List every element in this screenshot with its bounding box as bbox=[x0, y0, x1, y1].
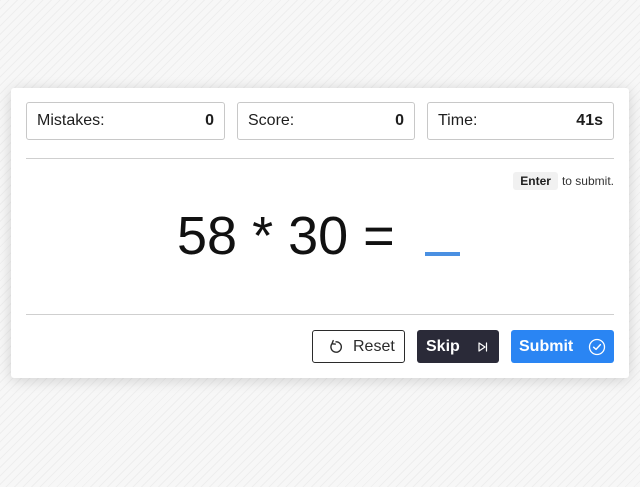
divider-top bbox=[26, 158, 614, 159]
mistakes-value: 0 bbox=[205, 112, 214, 129]
time-stat: Time: 41s bbox=[427, 102, 614, 140]
problem-expression: 58 * 30 = bbox=[177, 206, 395, 266]
skip-label: Skip bbox=[426, 337, 460, 355]
score-value: 0 bbox=[395, 112, 404, 129]
enter-key-badge: Enter bbox=[513, 172, 558, 190]
time-value: 41s bbox=[576, 112, 603, 129]
reset-button[interactable]: Reset bbox=[312, 330, 405, 363]
score-stat: Score: 0 bbox=[237, 102, 415, 140]
time-label: Time: bbox=[438, 112, 478, 129]
stats-bar: Mistakes: 0 Score: 0 Time: 41s bbox=[26, 102, 614, 142]
divider-bottom bbox=[26, 314, 614, 315]
reset-icon bbox=[327, 338, 345, 356]
submit-hint: Enter to submit. bbox=[513, 172, 614, 190]
reset-label: Reset bbox=[353, 337, 395, 355]
submit-label: Submit bbox=[519, 337, 574, 355]
check-circle-icon bbox=[588, 338, 606, 356]
mistakes-stat: Mistakes: 0 bbox=[26, 102, 225, 140]
skip-icon bbox=[477, 341, 489, 353]
skip-button[interactable]: Skip bbox=[417, 330, 499, 363]
answer-input[interactable] bbox=[425, 252, 460, 256]
mistakes-label: Mistakes: bbox=[37, 112, 105, 129]
score-label: Score: bbox=[248, 112, 295, 129]
hint-text: to submit. bbox=[561, 174, 614, 188]
quiz-card: Mistakes: 0 Score: 0 Time: 41s Enter to … bbox=[11, 88, 629, 378]
submit-button[interactable]: Submit bbox=[511, 330, 614, 363]
